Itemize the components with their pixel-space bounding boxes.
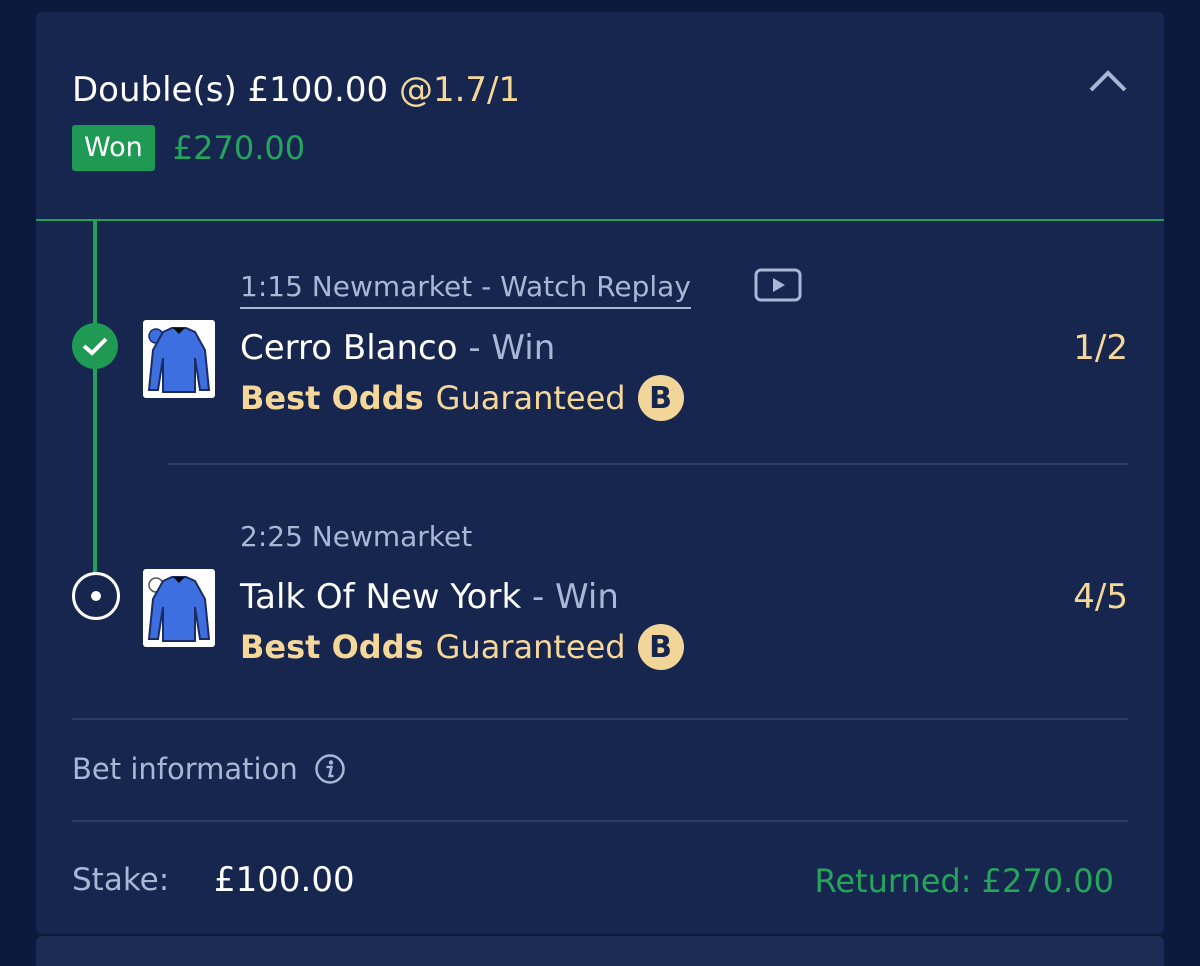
- jockey-silk-icon: [143, 320, 215, 398]
- section-divider: [72, 820, 1128, 822]
- selection-price: 4/5: [1073, 577, 1128, 617]
- race-link-replay[interactable]: 1:15 Newmarket - Watch Replay: [240, 270, 691, 309]
- best-odds-guaranteed: Best Odds Guaranteed B: [240, 375, 684, 421]
- leg-pending-icon: [72, 572, 120, 620]
- leg-won-check-icon: [72, 323, 118, 369]
- selection-name: Talk Of New York - Win: [240, 577, 619, 617]
- returned-amount: Returned: £270.00: [814, 862, 1114, 900]
- collapse-button[interactable]: [1086, 64, 1130, 96]
- stake-value: £100.00: [214, 860, 355, 900]
- race-name: 2:25 Newmarket: [240, 520, 473, 553]
- stake-label: Stake:: [72, 862, 170, 898]
- bog-strong-label: Best Odds: [240, 628, 424, 666]
- bet-status-row: Won £270.00: [72, 125, 305, 171]
- bog-strong-label: Best Odds: [240, 379, 424, 417]
- jockey-silk-icon: [143, 569, 215, 647]
- timeline-line: [93, 221, 97, 581]
- best-odds-guaranteed: Best Odds Guaranteed B: [240, 624, 684, 670]
- bog-badge-icon: B: [637, 375, 684, 421]
- status-badge: Won: [72, 125, 155, 171]
- horse-name: Talk Of New York: [240, 577, 522, 617]
- market-name: - Win: [457, 328, 556, 368]
- bet-title: Double(s) £100.00 @1.7/1: [72, 70, 520, 110]
- bet-odds: @1.7/1: [398, 70, 521, 110]
- next-bet-card-edge: [36, 936, 1164, 966]
- header-divider: [36, 219, 1164, 221]
- selection-price: 1/2: [1073, 328, 1128, 368]
- section-divider: [72, 718, 1128, 720]
- bet-information-toggle[interactable]: Bet information: [72, 752, 346, 786]
- leg-divider: [167, 463, 1128, 465]
- chevron-up-icon: [1089, 70, 1127, 92]
- bog-rest-label: Guaranteed: [435, 628, 626, 666]
- horse-name: Cerro Blanco: [240, 328, 458, 368]
- bet-card: Double(s) £100.00 @1.7/1 Won £270.00 1:1…: [36, 12, 1164, 934]
- won-amount: £270.00: [172, 129, 306, 167]
- market-name: - Win: [521, 577, 619, 617]
- bog-rest-label: Guaranteed: [435, 379, 626, 417]
- info-icon: [314, 754, 345, 784]
- bog-badge-icon: B: [637, 624, 684, 670]
- bet-type-stake: Double(s) £100.00: [72, 70, 389, 110]
- bet-information-label: Bet information: [72, 752, 298, 786]
- play-video-icon[interactable]: [754, 268, 802, 302]
- selection-name: Cerro Blanco - Win: [240, 328, 555, 368]
